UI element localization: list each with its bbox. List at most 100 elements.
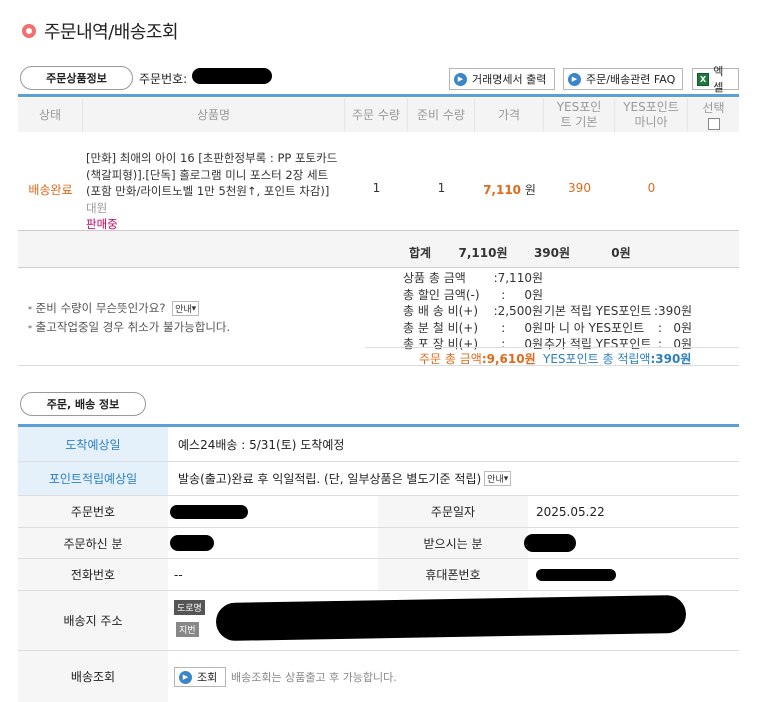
summary-label: 총 분 철 비(+) [403, 320, 479, 335]
circle-icon [22, 24, 36, 38]
tracking-header: 배송조회 [18, 651, 168, 702]
point-total-label: YES포인트 총 적립액 [543, 352, 651, 366]
summary-item: 기본 적립 YES포인트:390원 [544, 303, 692, 320]
tab-order-delivery-info[interactable]: 주문, 배송 정보 [20, 392, 146, 416]
redacted-mobile [536, 569, 616, 581]
order-total-label: 주문 총 금액 [419, 352, 482, 366]
total-basic: 390원 [533, 246, 571, 260]
tracking-note: 배송조회는 상품출고 후 가능합니다. [231, 671, 397, 684]
summary-value: :7,110원 [493, 271, 543, 285]
excel-button[interactable]: X 엑셀 [692, 65, 739, 94]
print-receipt-button[interactable]: ▶ 거래명세서 출력 [449, 68, 555, 90]
tracking-row: 배송조회 ▶ 조회 배송조회는 상품출고 후 가능합니다. [18, 651, 739, 702]
redacted-orderer-name [170, 535, 214, 551]
chevron-down-icon: ▾ [191, 303, 197, 314]
summary-item: 총 배 송 비(+):2,500원 [403, 303, 543, 320]
summary-value: : 0원 [657, 320, 692, 335]
receiver-header: 받으시는 분 [378, 528, 528, 558]
lot-address-tag: 지번 [176, 622, 199, 637]
track-button[interactable]: ▶ 조회 [174, 667, 226, 687]
summary-value: :390원 [654, 304, 692, 318]
col-order-qty: 주문 수량 [345, 98, 408, 132]
order-total-value: :9,610원 [481, 352, 536, 366]
col-prep-qty: 준비 수량 [408, 98, 475, 132]
summary-left: 상품 총 금액 :7,110원 총 할인 금액(-): 0원 총 배 송 비(+)… [403, 270, 543, 353]
orderer-header: 주문하신 분 [18, 528, 168, 558]
arrow-right-icon: ▶ [568, 72, 581, 86]
col-yes-basic: YES포인트 기본 [544, 98, 615, 132]
note-line-1: * 준비 수량이 무슨뜻인가요? 안내 ▾ [28, 300, 200, 316]
order-faq-button[interactable]: ▶ 주문/배송관련 FAQ [563, 68, 683, 90]
col-product: 상품명 [83, 98, 345, 132]
point-date-text: 발송(출고)완료 후 익일적립. (단, 일부상품은 별도기준 적립) [178, 472, 482, 486]
arrow-right-icon: ▶ [179, 670, 192, 684]
row-yes-basic: 390 [568, 181, 591, 195]
order-number-row: 주문번호 주문일자 2025.05.22 [18, 496, 739, 528]
point-total-value: :390원 [650, 352, 692, 366]
point-date-label: 포인트적립예상일 [18, 462, 168, 495]
redacted-order-number [192, 68, 272, 84]
row-price-value: 7,110 [483, 183, 522, 197]
summary-label: 상품 총 금액 [403, 271, 466, 285]
row-status: 배송완료 [28, 183, 73, 197]
row-price: 7,110 원 [475, 181, 544, 198]
phone-row: 전화번호 -- 휴대폰번호 [18, 559, 739, 591]
total-label: 합계 [408, 246, 432, 260]
total-mania: 0원 [611, 246, 631, 260]
select-all-checkbox[interactable] [707, 117, 720, 130]
col-select: 선택 [688, 98, 739, 132]
point-date-row: 포인트적립예상일 발송(출고)완료 후 익일적립. (단, 일부상품은 별도기준… [18, 462, 739, 496]
row-price-unit: 원 [524, 183, 536, 197]
summary-label: 마 니 아 YES포인트 [544, 320, 645, 335]
product-title-link[interactable]: [만화] 최애의 아이 16 [초판한정부록 : PP 포토카드 (책갈피형)]… [86, 151, 337, 198]
orderer-row: 주문하신 분 받으시는 분 [18, 528, 739, 559]
table-top-rule [18, 94, 739, 97]
eta-row: 도착예상일 예스24배송 : 5/31(토) 도착예정 [18, 427, 739, 462]
product-sale-status: 판매중 [86, 217, 118, 231]
phone-value: -- [174, 567, 183, 582]
summary-item: 총 할인 금액(-): 0원 [403, 287, 543, 304]
row-order-qty: 1 [372, 181, 381, 195]
page-title-text: 주문내역/배송조회 [44, 22, 179, 43]
note-cancel: 출고작업중일 경우 취소가 불가능합니다. [35, 320, 231, 334]
tab-order-product-info[interactable]: 주문상품정보 [20, 66, 133, 90]
summary-value: : 0원 [501, 287, 543, 302]
note-line-2: * 출고작업중일 경우 취소가 불가능합니다. [28, 320, 231, 334]
divider [18, 267, 739, 268]
order-faq-label: 주문/배송관련 FAQ [586, 73, 676, 86]
summary-value: :2,500원 [493, 304, 543, 319]
eta-value: 예스24배송 : 5/31(토) 도착예정 [178, 437, 345, 452]
summary-right: 기본 적립 YES포인트:390원 마 니 아 YES포인트: 0원 추가 적립… [544, 303, 692, 353]
divider [365, 347, 739, 348]
eta-label: 도착예상일 [18, 427, 168, 461]
order-number-label: 주문번호: [139, 72, 188, 86]
guide-label: 안내 [487, 475, 504, 485]
order-date-header: 주문일자 [378, 496, 528, 527]
road-address-tag: 도로명 [174, 600, 205, 615]
redacted-order-number [170, 505, 248, 519]
summary-value: : 0원 [501, 320, 543, 335]
mobile-header: 휴대폰번호 [378, 559, 528, 590]
summary-item: 마 니 아 YES포인트 : 0원 [544, 320, 692, 337]
redacted-receiver-name [524, 534, 576, 552]
product-publisher: 대원 [86, 200, 108, 215]
excel-icon: X [697, 72, 710, 86]
note-prep-qty: 준비 수량이 무슨뜻인가요? [35, 301, 166, 315]
phone-header: 전화번호 [18, 559, 168, 590]
total-price: 7,110원 [458, 246, 508, 260]
print-receipt-label: 거래명세서 출력 [472, 73, 547, 86]
excel-label: 엑셀 [713, 65, 724, 94]
guide-dropdown[interactable]: 안내 ▾ [172, 301, 200, 316]
redacted-address [215, 594, 687, 642]
chevron-down-icon: ▾ [503, 473, 509, 484]
order-number-header: 주문번호 [18, 496, 168, 527]
guide-dropdown[interactable]: 안내 ▾ [484, 471, 512, 486]
track-button-label: 조회 [197, 671, 218, 684]
row-yes-mania: 0 [647, 181, 656, 195]
col-status: 상태 [18, 98, 83, 132]
summary-item: 상품 총 금액 :7,110원 [403, 270, 543, 287]
address-row: 배송지 주소 도로명 지번 [18, 591, 739, 651]
col-select-label: 선택 [702, 100, 725, 115]
col-yes-mania: YES포인트 마니아 [615, 98, 688, 132]
product-cell: [만화] 최애의 아이 16 [초판한정부록 : PP 포토카드 (책갈피형)]… [86, 150, 342, 233]
